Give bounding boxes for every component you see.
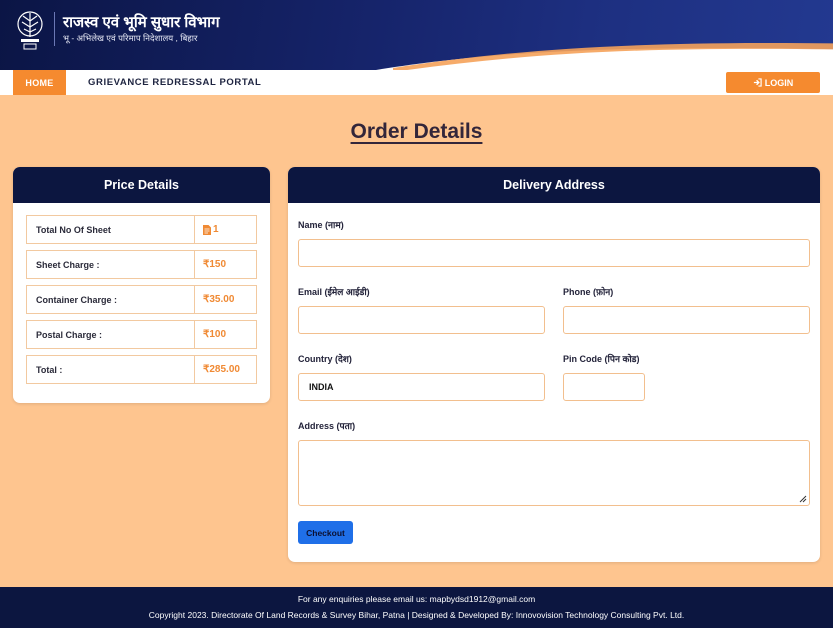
sheet-icon <box>203 224 211 235</box>
email-label: Email (ईमेल आईडी) <box>298 287 370 297</box>
page-title: Order Details <box>350 120 483 143</box>
price-details-heading: Price Details <box>13 167 270 203</box>
resize-grip-icon[interactable] <box>799 495 807 503</box>
price-label: Total : <box>27 356 195 383</box>
delivery-address-card: Delivery Address Name (नाम) Email (ईमेल … <box>288 167 820 562</box>
price-value: 1 <box>195 216 256 243</box>
department-subtitle: भू - अभिलेख एवं परिमाप निदेशालय , बिहार <box>63 33 198 43</box>
main-navbar: HOME GRIEVANCE REDRESSAL PORTAL LOGIN <box>0 70 833 95</box>
department-title: राजस्व एवं भूमि सुधार विभाग <box>63 14 220 31</box>
price-row-total-sheets: Total No Of Sheet 1 <box>26 215 257 244</box>
email-input[interactable] <box>298 306 545 334</box>
delivery-address-heading: Delivery Address <box>288 167 820 203</box>
price-details-card: Price Details Total No Of Sheet 1 Sheet … <box>13 167 270 403</box>
site-footer: For any enquiries please email us: mapby… <box>0 587 833 628</box>
bihar-emblem-icon <box>17 11 43 50</box>
nav-home-link[interactable]: HOME <box>13 70 66 95</box>
login-label: LOGIN <box>764 77 794 88</box>
address-textarea[interactable] <box>298 440 810 506</box>
phone-label: Phone (फ़ोन) <box>563 287 614 297</box>
header-wave-decoration <box>376 43 833 70</box>
country-input[interactable]: INDIA <box>298 373 545 401</box>
price-row-sheet-charge: Sheet Charge : ₹150 <box>26 250 257 279</box>
footer-copyright-text: Copyright 2023. Directorate Of Land Reco… <box>148 610 685 620</box>
price-value: ₹100 <box>203 329 227 340</box>
price-row-total: Total : ₹285.00 <box>26 355 257 384</box>
pincode-input[interactable] <box>563 373 645 401</box>
price-label: Total No Of Sheet <box>27 216 195 243</box>
price-row-postal-charge: Postal Charge : ₹100 <box>26 320 257 349</box>
login-button[interactable]: LOGIN <box>726 72 820 93</box>
footer-contact-text: For any enquiries please email us: mapby… <box>297 594 536 604</box>
name-input[interactable] <box>298 239 810 267</box>
header-divider <box>54 12 55 46</box>
price-value: ₹150 <box>203 259 227 270</box>
address-label: Address (पता) <box>298 421 356 431</box>
price-label: Postal Charge : <box>27 321 195 348</box>
nav-grievance-portal-link[interactable]: GRIEVANCE REDRESSAL PORTAL <box>88 70 261 95</box>
pincode-label: Pin Code (पिन कोड) <box>563 354 640 364</box>
price-value: ₹285.00 <box>203 364 240 375</box>
country-label: Country (देश) <box>298 354 352 364</box>
site-header: राजस्व एवं भूमि सुधार विभाग भू - अभिलेख … <box>0 0 833 70</box>
price-label: Sheet Charge : <box>27 251 195 278</box>
price-details-list: Total No Of Sheet 1 Sheet Charge : ₹150 … <box>26 215 257 390</box>
price-row-container-charge: Container Charge : ₹35.00 <box>26 285 257 314</box>
price-label: Container Charge : <box>27 286 195 313</box>
name-label: Name (नाम) <box>298 220 344 230</box>
price-value: ₹35.00 <box>203 294 235 305</box>
sign-in-icon <box>753 78 762 87</box>
phone-input[interactable] <box>563 306 810 334</box>
checkout-button[interactable]: Checkout <box>298 521 353 544</box>
sheet-count-value: 1 <box>213 224 219 235</box>
